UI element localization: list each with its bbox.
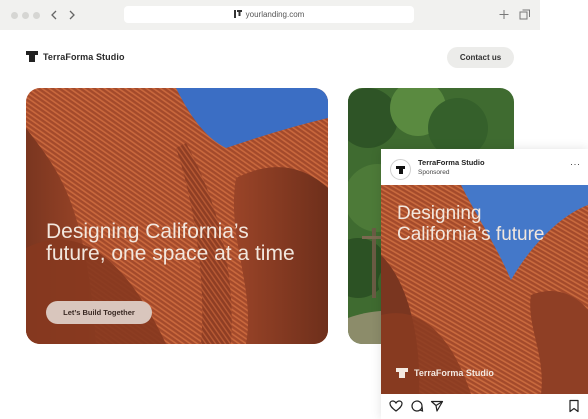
new-tab-icon[interactable] bbox=[499, 7, 509, 27]
window-minimize-dot[interactable] bbox=[22, 12, 29, 19]
share-icon[interactable] bbox=[430, 399, 444, 413]
site-icon bbox=[233, 9, 242, 20]
window-close-dot[interactable] bbox=[11, 12, 18, 19]
avatar[interactable] bbox=[390, 159, 411, 180]
comment-icon[interactable] bbox=[410, 399, 424, 413]
chevron-left-icon[interactable] bbox=[47, 7, 61, 23]
sponsored-post: TerraForma Studio Sponsored ··· Designin… bbox=[381, 149, 588, 419]
tabs-overview-icon[interactable] bbox=[519, 7, 531, 27]
browser-toolbar: yourlanding.com bbox=[0, 0, 540, 30]
more-options-icon[interactable]: ··· bbox=[570, 159, 581, 169]
post-image: Designing California’s future TerraForma… bbox=[381, 185, 588, 394]
post-brand-logo: TerraForma Studio bbox=[396, 368, 494, 378]
terraforma-logo-icon bbox=[26, 51, 38, 62]
heart-icon[interactable] bbox=[389, 399, 403, 413]
bookmark-icon[interactable] bbox=[567, 399, 581, 413]
post-heading: Designing California’s future bbox=[397, 203, 545, 245]
contact-button[interactable]: Contact us bbox=[447, 47, 514, 68]
lets-build-together-button[interactable]: Let’s Build Together bbox=[46, 301, 152, 324]
chevron-right-icon[interactable] bbox=[65, 7, 79, 23]
site-logo[interactable]: TerraForma Studio bbox=[26, 51, 125, 62]
post-account-name[interactable]: TerraForma Studio bbox=[418, 158, 485, 167]
address-bar[interactable]: yourlanding.com bbox=[124, 6, 414, 23]
hero-card: Designing California’s future, one space… bbox=[26, 88, 328, 344]
site-brand-name: TerraForma Studio bbox=[43, 51, 125, 62]
sponsored-label: Sponsored bbox=[418, 169, 450, 176]
terraforma-logo-icon bbox=[396, 368, 408, 378]
url-text: yourlanding.com bbox=[245, 10, 305, 19]
hero-heading: Designing California’s future, one space… bbox=[46, 220, 295, 265]
post-brand-name: TerraForma Studio bbox=[414, 368, 494, 378]
post-action-bar bbox=[381, 399, 588, 417]
window-zoom-dot[interactable] bbox=[33, 12, 40, 19]
